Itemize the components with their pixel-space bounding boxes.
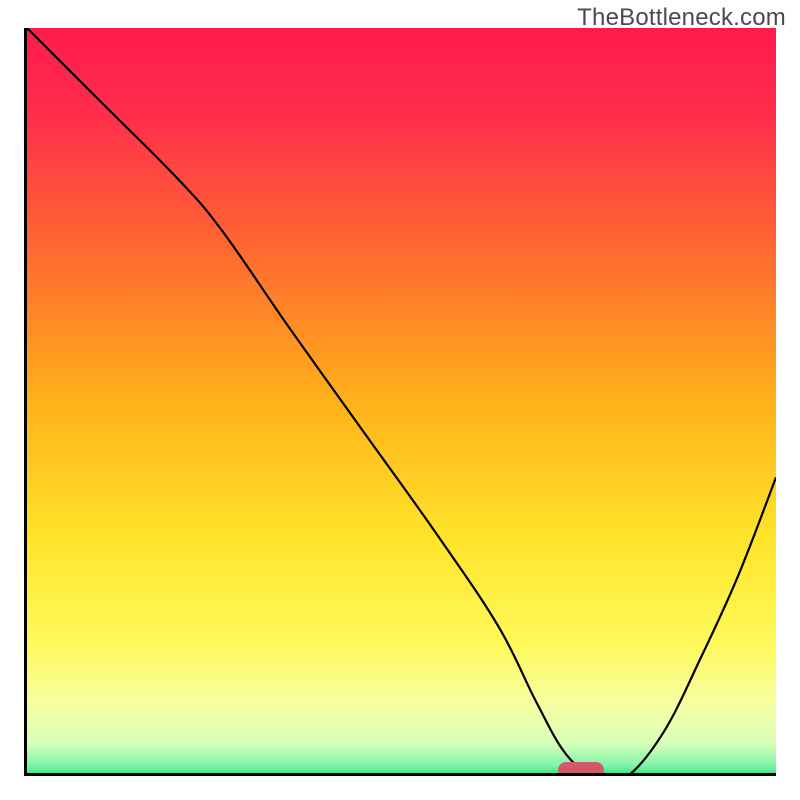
plot-area [24, 28, 776, 776]
chart-stage: TheBottleneck.com [0, 0, 800, 800]
optimal-marker [558, 762, 604, 776]
bottleneck-curve [27, 28, 776, 776]
